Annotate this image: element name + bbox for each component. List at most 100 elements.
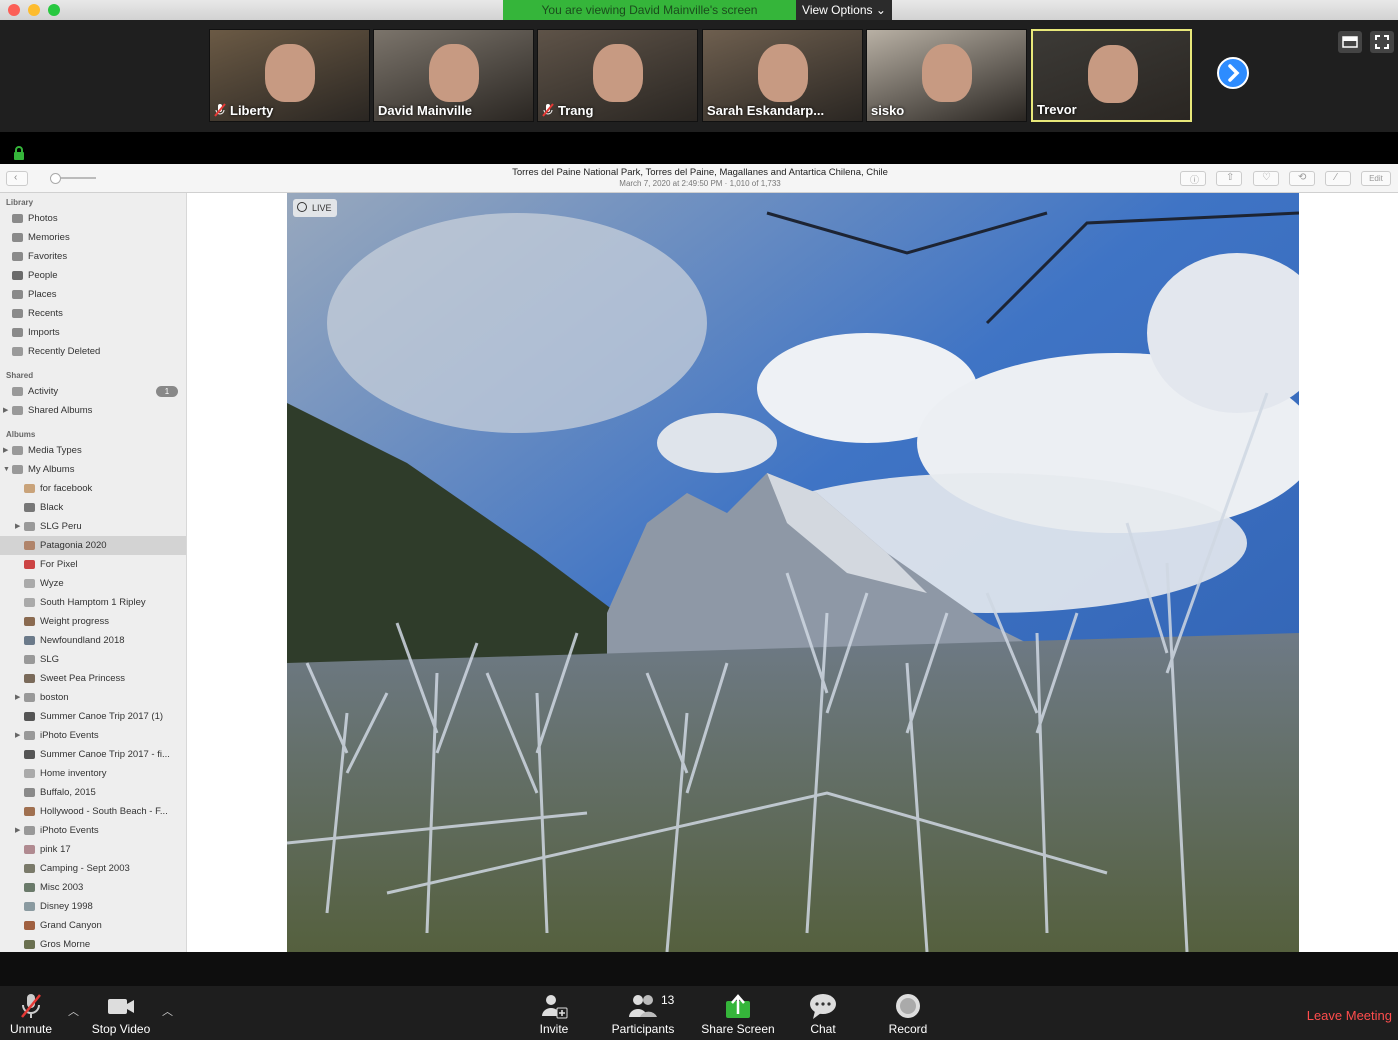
zoom-window-button[interactable]: [48, 4, 60, 16]
disclosure-closed-icon[interactable]: ▶: [15, 517, 20, 536]
record-button[interactable]: Record: [884, 990, 932, 1036]
participant-tile[interactable]: David Mainville: [373, 29, 534, 122]
share-button[interactable]: ⇧: [1216, 171, 1242, 186]
disclosure-closed-icon[interactable]: ▶: [15, 821, 20, 840]
sidebar-item[interactable]: ▶ iPhoto Events: [0, 726, 186, 745]
rotate-button[interactable]: ⟲: [1289, 171, 1315, 186]
sidebar-item[interactable]: ▶ boston: [0, 688, 186, 707]
share-screen-button[interactable]: Share Screen: [698, 990, 778, 1036]
chat-button[interactable]: Chat: [802, 990, 844, 1036]
sidebar-item[interactable]: Patagonia 2020: [0, 536, 186, 555]
microphone-muted-icon: [21, 994, 41, 1018]
enhance-button[interactable]: ⁄: [1325, 171, 1351, 186]
sidebar-item-label: Photos: [28, 213, 58, 224]
sidebar-item[interactable]: ▶ Shared Albums: [0, 401, 186, 420]
edit-button[interactable]: Edit: [1361, 171, 1391, 186]
sidebar-item[interactable]: Imports: [0, 323, 186, 342]
participant-tile[interactable]: Trevor: [1031, 29, 1192, 122]
participant-video: [1088, 45, 1138, 103]
record-label: Record: [888, 1022, 928, 1036]
sidebar-item[interactable]: Wyze: [0, 574, 186, 593]
sidebar-item[interactable]: for facebook: [0, 479, 186, 498]
participant-video: [429, 44, 479, 102]
folder-icon: [24, 522, 35, 531]
sidebar-item[interactable]: Recently Deleted: [0, 342, 186, 361]
stop-video-button[interactable]: Stop Video: [86, 990, 156, 1036]
chat-label: Chat: [810, 1022, 836, 1036]
disclosure-closed-icon[interactable]: ▶: [3, 401, 8, 420]
participant-tile[interactable]: sisko: [866, 29, 1027, 122]
favorite-button[interactable]: ♡: [1253, 171, 1279, 186]
minimize-window-button[interactable]: [28, 4, 40, 16]
sidebar-item[interactable]: Places: [0, 285, 186, 304]
unmute-button[interactable]: Unmute: [0, 990, 62, 1036]
sidebar-item[interactable]: Misc 2003: [0, 878, 186, 897]
video-options-caret[interactable]: ︿: [162, 1003, 173, 1019]
sidebar-item[interactable]: Weight progress: [0, 612, 186, 631]
sidebar-item[interactable]: SLG: [0, 650, 186, 669]
sidebar-item[interactable]: ▶ iPhoto Events: [0, 821, 186, 840]
participant-name: David Mainville: [374, 101, 476, 121]
sidebar-item-label: Grand Canyon: [40, 920, 102, 931]
sidebar-item[interactable]: pink 17: [0, 840, 186, 859]
sidebar-item-label: People: [28, 270, 58, 281]
sidebar-item[interactable]: Summer Canoe Trip 2017 - fi...: [0, 745, 186, 764]
sidebar-item[interactable]: ▶ Media Types: [0, 441, 186, 460]
sidebar-item-label: Disney 1998: [40, 901, 93, 912]
info-button[interactable]: ⓘ: [1180, 171, 1206, 186]
album-thumbnail-icon: [24, 484, 35, 493]
sidebar-item-label: My Albums: [28, 464, 75, 475]
back-button[interactable]: ‹: [6, 171, 28, 186]
sidebar-item[interactable]: Memories: [0, 228, 186, 247]
sidebar-item[interactable]: Disney 1998: [0, 897, 186, 916]
sidebar-item[interactable]: Hollywood - South Beach - F...: [0, 802, 186, 821]
participant-name-label: David Mainville: [378, 103, 472, 118]
participants-button[interactable]: 13 Participants: [606, 990, 680, 1036]
sidebar-item[interactable]: Gros Morne: [0, 935, 186, 952]
invite-label: Invite: [539, 1022, 569, 1036]
sidebar-item[interactable]: Favorites: [0, 247, 186, 266]
sidebar-item[interactable]: For Pixel: [0, 555, 186, 574]
sidebar-item-label: Shared Albums: [28, 405, 93, 416]
next-page-button[interactable]: [1217, 57, 1249, 89]
sidebar-item[interactable]: Newfoundland 2018: [0, 631, 186, 650]
lock-icon[interactable]: [12, 146, 26, 160]
disclosure-closed-icon[interactable]: ▶: [3, 441, 8, 460]
sidebar-item[interactable]: Summer Canoe Trip 2017 (1): [0, 707, 186, 726]
sidebar-item[interactable]: Activity 1: [0, 382, 186, 401]
person-icon: [12, 271, 23, 280]
close-window-button[interactable]: [8, 4, 20, 16]
sidebar-section-header: Library: [6, 198, 34, 207]
sidebar-item[interactable]: Home inventory: [0, 764, 186, 783]
sidebar-item[interactable]: People: [0, 266, 186, 285]
sidebar-item[interactable]: Grand Canyon: [0, 916, 186, 935]
sidebar-item[interactable]: Photos: [0, 209, 186, 228]
folder-icon: [24, 693, 35, 702]
audio-options-caret[interactable]: ︿: [68, 1003, 79, 1019]
fullscreen-button[interactable]: [1370, 31, 1394, 53]
view-options-button[interactable]: View Options ⌄: [796, 0, 892, 20]
sidebar-item[interactable]: Camping - Sept 2003: [0, 859, 186, 878]
participant-tile[interactable]: Trang: [537, 29, 698, 122]
disclosure-open-icon[interactable]: ▼: [3, 460, 10, 479]
participant-name-label: sisko: [871, 103, 905, 118]
disclosure-closed-icon[interactable]: ▶: [15, 688, 20, 707]
invite-button[interactable]: Invite: [528, 990, 580, 1036]
sidebar-item[interactable]: Buffalo, 2015: [0, 783, 186, 802]
participant-count: 13: [661, 993, 675, 1007]
participant-tile[interactable]: Sarah Eskandarp...: [702, 29, 863, 122]
leave-meeting-button[interactable]: Leave Meeting: [1300, 1008, 1392, 1023]
disclosure-closed-icon[interactable]: ▶: [15, 726, 20, 745]
sidebar-item-label: pink 17: [40, 844, 71, 855]
sidebar-item[interactable]: South Hamptom 1 Ripley: [0, 593, 186, 612]
sidebar-item[interactable]: ▼ My Albums: [0, 460, 186, 479]
participant-tile[interactable]: Liberty: [209, 29, 370, 122]
sidebar-item[interactable]: Black: [0, 498, 186, 517]
zoom-slider[interactable]: [40, 173, 106, 184]
chevron-left-icon: ‹: [14, 172, 18, 183]
sidebar-item[interactable]: Recents: [0, 304, 186, 323]
speaker-view-button[interactable]: [1338, 31, 1362, 53]
sidebar-item-label: boston: [40, 692, 69, 703]
sidebar-item[interactable]: ▶ SLG Peru: [0, 517, 186, 536]
sidebar-item[interactable]: Sweet Pea Princess: [0, 669, 186, 688]
